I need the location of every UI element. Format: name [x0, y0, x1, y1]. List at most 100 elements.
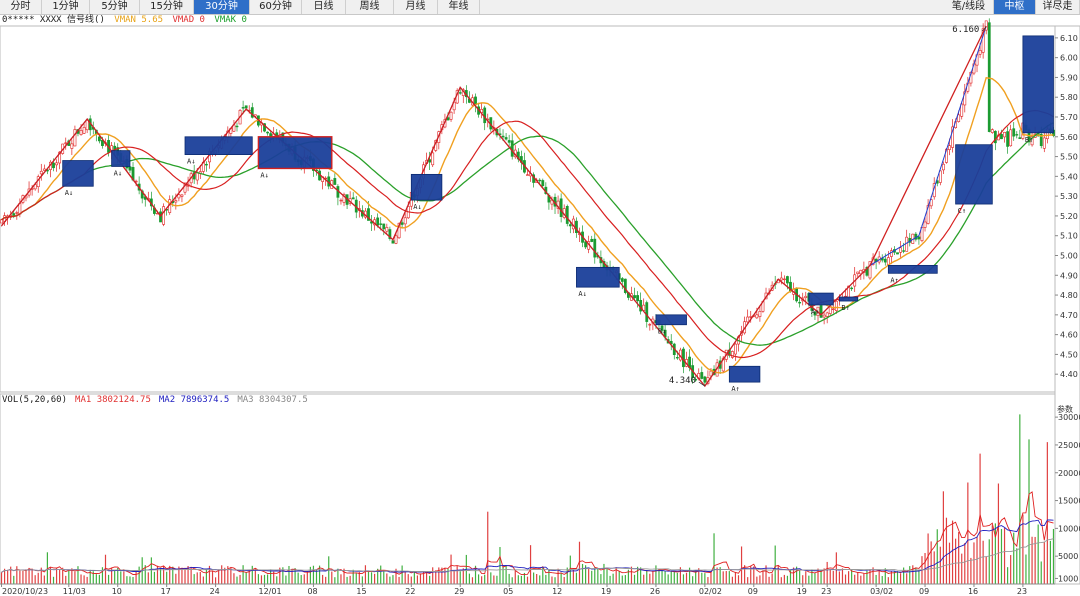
x-label-11: 12 [552, 587, 562, 596]
x-label-5: 12/01 [259, 587, 282, 596]
candle-body-165 [504, 137, 508, 140]
scroll-param-label: 参数 [1057, 404, 1073, 414]
candle-body-177 [541, 180, 545, 187]
candle-body-193 [590, 238, 594, 242]
price-tick-label-5: 5.60 [1060, 133, 1078, 142]
candle-body-24 [73, 129, 77, 147]
zhongshu-label-3: A↓ [260, 171, 268, 179]
x-label-16: 19 [797, 587, 807, 596]
candle-body-64 [195, 172, 199, 181]
candle-body-203 [620, 278, 624, 282]
candle-body-263 [804, 295, 808, 299]
candle-body-229 [700, 372, 704, 379]
candle-body-332 [1015, 134, 1019, 136]
x-label-21: 23 [1017, 587, 1027, 596]
zhongshu-box-2 [184, 136, 253, 155]
zhongshu-label-9: B↑ [841, 304, 849, 312]
x-label-20: 16 [968, 587, 978, 596]
candle-body-324 [990, 129, 994, 133]
candle-body-57 [174, 200, 178, 203]
zhongshu-label-0: A↓ [65, 189, 73, 197]
x-label-10: 05 [503, 587, 513, 596]
zhongshu-box-4 [410, 173, 443, 201]
candle-body-328 [1003, 132, 1006, 138]
zhongshu-label-1: A↓ [114, 169, 122, 177]
x-label-7: 15 [356, 587, 366, 596]
zhongshu-box-9 [839, 296, 859, 302]
candle-body-208 [636, 295, 639, 302]
candle-body-333 [1018, 137, 1022, 139]
candle-body-185 [565, 206, 569, 224]
candle-body-230 [703, 376, 707, 383]
low-price-label: 4.340 [669, 376, 696, 386]
candle-body-310 [948, 145, 951, 150]
price-tick-label-11: 5.00 [1060, 251, 1078, 260]
price-tick-label-6: 5.50 [1060, 153, 1078, 162]
volume-legend-item-0: MA1 3802124.75 [75, 395, 151, 405]
candle-body-341 [1042, 137, 1046, 149]
volume-legend-item-2: MA3 8304307.5 [237, 395, 308, 405]
price-tick-label-17: 4.40 [1060, 370, 1078, 379]
candle-body-28 [85, 120, 89, 131]
price-tick-label-9: 5.20 [1060, 212, 1078, 221]
candle-body-280 [856, 271, 860, 274]
candle-body-128 [391, 240, 395, 244]
volume-legend-name: VOL(5,20,60) [2, 395, 68, 405]
candle-body-223 [682, 348, 685, 368]
candle-body-141 [431, 152, 435, 166]
candle-body-111 [339, 199, 343, 202]
candle-body-26 [79, 130, 83, 135]
candle-body-272 [831, 308, 835, 310]
candle-body-296 [905, 236, 909, 252]
price-tick-label-7: 5.40 [1060, 172, 1078, 181]
zhongshu-label-2: A↓ [187, 158, 195, 166]
zhongshu-label-4: A↓ [413, 203, 421, 211]
indicator-name: 0***** XXXX 信号线() [2, 15, 105, 25]
price-tick-label-15: 4.60 [1060, 331, 1078, 340]
candle-body-88 [269, 133, 273, 137]
candle-body-248 [758, 311, 762, 317]
candle-body-302 [923, 221, 927, 228]
indicator-item-2: VMAK 0 [208, 15, 247, 25]
candle-body-59 [180, 194, 184, 197]
price-tick-label-4: 5.70 [1060, 113, 1078, 122]
candle-body-247 [755, 314, 759, 319]
zhongshu-box-0 [62, 160, 94, 187]
candle-body-255 [779, 277, 783, 281]
candle-body-313 [957, 114, 961, 122]
zhongshu-label-5: A↓ [578, 290, 586, 298]
volume-legend: VOL(5,20,60) MA1 3802124.75 MA2 7896374.5 M… [2, 394, 308, 406]
candle-body-58 [177, 194, 181, 199]
candle-body-132 [403, 217, 407, 225]
candle-body-212 [648, 324, 652, 326]
vol-tick-label-2: 20000 [1058, 469, 1080, 478]
zhongshu-box-6 [655, 314, 687, 326]
candle-body-147 [449, 111, 453, 120]
candle-body-244 [746, 316, 750, 323]
candle-body-330 [1009, 129, 1013, 147]
candle-body-87 [266, 131, 269, 134]
kline-chart[interactable]: 6.10 6.00 5.90 5.80 5.70 5.60 5.50 5.40 5.30 5.20… [0, 0, 1080, 596]
candle-body-320 [978, 50, 982, 55]
volume-panel [0, 393, 1056, 585]
x-label-15: 09 [748, 587, 758, 596]
candle-body-129 [394, 235, 398, 244]
x-label-1: 11/03 [63, 587, 86, 596]
candle-body-221 [675, 356, 679, 359]
candle-body-67 [205, 163, 208, 166]
candle-body-126 [385, 227, 389, 232]
candle-body-323 [987, 22, 991, 132]
candle-body-295 [902, 250, 906, 252]
candle-body-14 [42, 168, 46, 171]
candle-body-176 [538, 179, 542, 182]
candle-body-308 [941, 163, 945, 171]
candle-body-27 [82, 127, 86, 134]
price-tick-label-10: 5.10 [1060, 232, 1078, 241]
candle-body-257 [786, 276, 789, 284]
zhongshu-box-3 [257, 136, 333, 170]
candle-body-186 [568, 224, 572, 227]
candle-body-172 [526, 174, 529, 176]
candle-body-194 [593, 238, 597, 258]
candle-body-4 [12, 213, 16, 216]
x-label-0: 2020/10/23 [2, 587, 48, 596]
